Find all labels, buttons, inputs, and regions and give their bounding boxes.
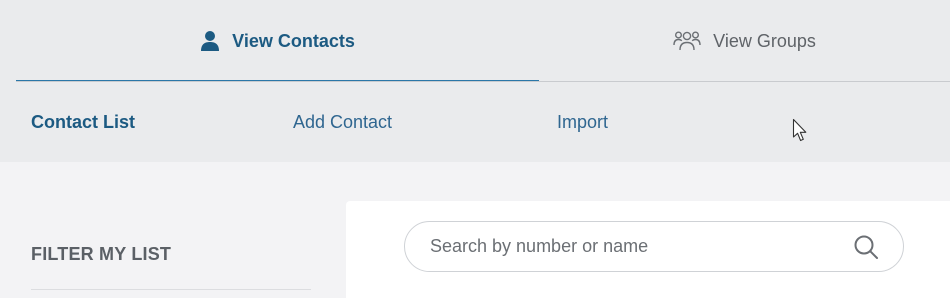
search-box — [404, 221, 904, 272]
search-input[interactable] — [430, 236, 830, 257]
tab-view-contacts-label: View Contacts — [232, 30, 355, 51]
subnav-contact-list[interactable]: Contact List — [31, 82, 135, 162]
filter-divider — [31, 289, 311, 290]
search-icon[interactable] — [853, 234, 879, 265]
filter-heading: FILTER MY LIST — [31, 244, 172, 264]
tab-view-contacts[interactable]: View Contacts — [16, 0, 539, 82]
group-icon — [673, 30, 701, 52]
subnav-add-contact[interactable]: Add Contact — [293, 82, 392, 162]
mouse-cursor-icon — [792, 118, 810, 149]
tab-view-groups-label: View Groups — [713, 30, 816, 51]
person-icon — [200, 30, 220, 52]
tab-view-groups[interactable]: View Groups — [539, 0, 950, 82]
subnav-import[interactable]: Import — [557, 82, 608, 162]
top-tab-bar: View Contacts View Groups — [0, 0, 950, 82]
